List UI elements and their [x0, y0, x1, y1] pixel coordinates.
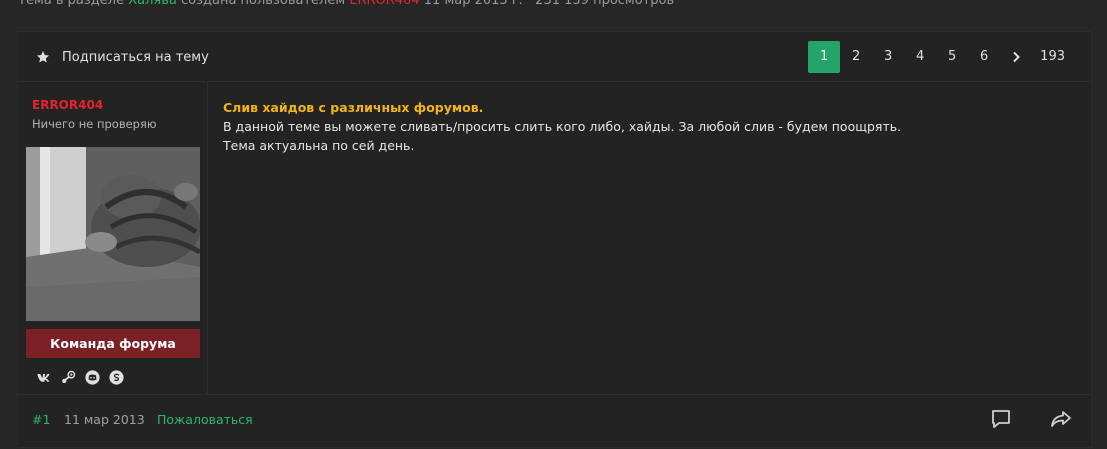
chevron-right-icon	[1013, 51, 1021, 62]
author-link[interactable]: ERROR404	[349, 0, 419, 8]
page-last[interactable]: 193	[1032, 41, 1073, 73]
page-4[interactable]: 4	[904, 41, 936, 73]
page-6[interactable]: 6	[968, 41, 1000, 73]
user-panel: ERROR404 Ничего не проверяю Команда фору…	[18, 82, 208, 394]
role-badge: Команда форума	[26, 329, 200, 358]
meta-middle: создана пользователем	[176, 0, 350, 8]
report-link[interactable]: Пожаловаться	[157, 412, 253, 427]
page-5[interactable]: 5	[936, 41, 968, 73]
section-link[interactable]: Халява	[128, 0, 177, 8]
social-links	[36, 369, 125, 386]
subscribe-label: Подписаться на тему	[62, 49, 209, 65]
page-1[interactable]: 1	[808, 41, 841, 73]
avatar-image	[26, 147, 200, 321]
post-title: Слив хайдов с различных форумов.	[223, 100, 484, 115]
thread-box: Подписаться на тему 1 2 3 4 5 6 193 ERRO…	[17, 31, 1092, 448]
post-number-link[interactable]: #1	[32, 412, 50, 427]
post-content: Слив хайдов с различных форумов. В данно…	[223, 98, 1071, 155]
vk-icon[interactable]	[36, 369, 53, 386]
post-text-line: Тема актуальна по сей день.	[223, 138, 415, 153]
next-page-button[interactable]	[1000, 41, 1032, 73]
meta-prefix: Тема в разделе	[18, 0, 129, 8]
pagination: 1 2 3 4 5 6 193	[808, 41, 1073, 73]
post-text-line: В данной теме вы можете сливать/просить …	[223, 119, 902, 134]
star-icon	[36, 51, 50, 63]
post-date: 11 мар 2013	[64, 412, 145, 427]
skype-icon[interactable]	[108, 369, 125, 386]
thread-toolbar: Подписаться на тему 1 2 3 4 5 6 193	[18, 32, 1091, 82]
thread-meta-line: Тема в разделе Халява создана пользовате…	[18, 0, 674, 11]
subscribe-button[interactable]: Подписаться на тему	[36, 48, 209, 66]
meta-suffix: 11 мар 2013 г. · 231 139 просмотров	[419, 0, 675, 8]
share-icon[interactable]	[1049, 407, 1073, 431]
steam-icon[interactable]	[60, 369, 77, 386]
user-title: Ничего не проверяю	[32, 117, 157, 131]
post-footer: #1 11 мар 2013 Пожаловаться	[18, 394, 1091, 449]
username[interactable]: ERROR404	[32, 98, 103, 112]
comment-icon[interactable]	[989, 407, 1013, 431]
page-3[interactable]: 3	[872, 41, 904, 73]
discord-icon[interactable]	[84, 369, 101, 386]
page-2[interactable]: 2	[840, 41, 872, 73]
avatar[interactable]	[26, 147, 200, 321]
